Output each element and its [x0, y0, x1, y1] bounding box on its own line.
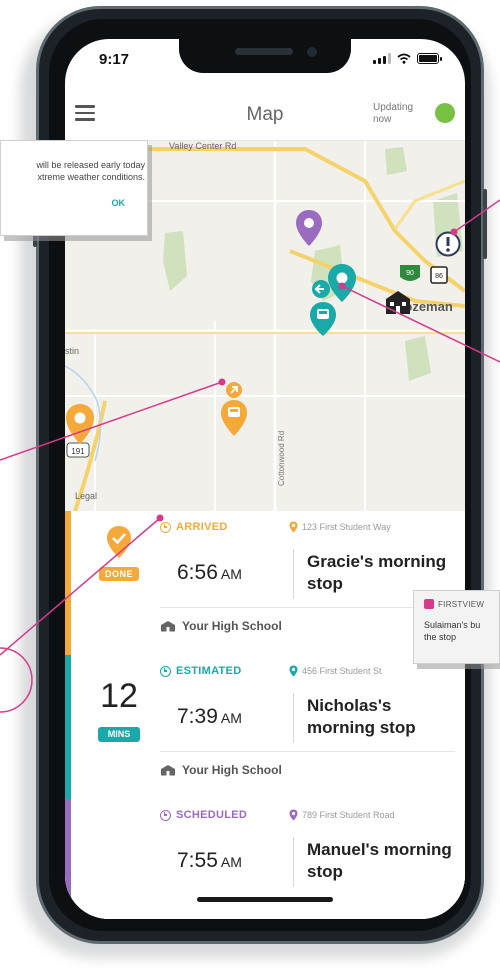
stop-card-arrived[interactable]: DONE ARRIVED 123 First Student Way 6:56 A… — [65, 511, 465, 657]
clock-icon — [160, 665, 171, 677]
route-shield-86: 86 — [430, 266, 448, 284]
updating-status: Updating now — [373, 102, 414, 125]
front-camera — [307, 47, 317, 57]
route-shield-90: 90 — [400, 265, 420, 281]
stop-address: 789 First Student Road — [289, 809, 395, 821]
stop-school: Your High School — [160, 763, 282, 777]
alert-message: will be released early today xtreme weat… — [36, 160, 145, 182]
stop-status-label: ARRIVED — [176, 521, 228, 533]
svg-text:191: 191 — [71, 447, 85, 456]
app-icon — [424, 599, 434, 609]
stop-divider — [293, 837, 294, 887]
alert-ok-button[interactable]: OK — [112, 198, 126, 208]
alert-marker-icon[interactable] — [435, 231, 461, 257]
eta-unit-badge: MINS — [98, 727, 140, 742]
stop-time: 7:55 AM — [177, 849, 242, 873]
map-place-label: stin — [65, 346, 80, 356]
notification-header: FIRSTVIEW — [424, 599, 484, 609]
stop-time: 6:56 AM — [177, 561, 242, 585]
notch — [179, 39, 351, 73]
map-road-label: Valley Center Rd — [169, 141, 237, 151]
address-pin-icon — [289, 809, 298, 821]
early-release-alert-callout: will be released early today xtreme weat… — [0, 140, 148, 236]
stop-name: Manuel's morning stop — [307, 840, 452, 881]
route-shield-191: 191 — [66, 442, 90, 458]
notification-app-name: FIRSTVIEW — [438, 599, 485, 609]
stop-name: Gracie's morning stop — [307, 552, 447, 593]
live-indicator-dot — [435, 103, 455, 123]
done-check-icon — [107, 526, 131, 558]
stop-school: Your High School — [160, 619, 282, 633]
battery-icon — [417, 53, 442, 64]
school-icon — [161, 621, 175, 632]
bus-stop-pin-icon[interactable] — [309, 301, 337, 337]
school-building-icon[interactable] — [383, 289, 413, 315]
stop-school-label: Your High School — [182, 619, 282, 633]
promo-stage: 9:17 Map Updating now 191 90 86 Valley C… — [0, 0, 500, 968]
address-pin-icon — [289, 521, 298, 533]
stop-time-value: 6:56 — [177, 561, 218, 584]
stop-status: SCHEDULED — [160, 809, 247, 821]
bus-heading-arrow-icon — [226, 382, 242, 398]
eta-value: 12 — [100, 677, 138, 715]
bus-location-pin-icon[interactable] — [327, 263, 357, 303]
stop-time-ampm: AM — [220, 566, 242, 582]
address-pin-icon — [289, 665, 298, 677]
map-vertical-road-label: Cottonwood Rd — [277, 430, 286, 486]
stop-address: 456 First Student St — [289, 665, 382, 677]
stop-accent-bar — [65, 799, 71, 919]
status-icons — [373, 53, 442, 64]
stop-card-estimated[interactable]: 12 MINS ESTIMATED 456 First Student St 7… — [65, 655, 465, 801]
stop-status: ESTIMATED — [160, 665, 241, 677]
map-legal-link[interactable]: Legal — [75, 491, 97, 501]
power-button — [483, 189, 487, 259]
svg-text:90: 90 — [406, 270, 414, 277]
stop-divider — [293, 693, 294, 743]
school-bus-pin-icon[interactable] — [220, 399, 248, 437]
stop-inner-rule — [160, 751, 455, 752]
completed-stop-pin-icon[interactable] — [65, 403, 95, 445]
stop-accent-bar — [65, 511, 71, 657]
signal-icon — [373, 53, 391, 64]
clock-icon — [160, 809, 171, 821]
stop-divider — [293, 549, 294, 599]
stop-school-label: Your High School — [182, 763, 282, 777]
direction-arrow-icon — [312, 280, 330, 298]
stop-address: 123 First Student Way — [289, 521, 391, 533]
stop-time-ampm: AM — [220, 710, 242, 726]
stop-inner-rule — [160, 607, 455, 608]
stop-accent-bar — [65, 655, 71, 801]
done-badge: DONE — [99, 567, 139, 581]
stop-status: ARRIVED — [160, 521, 228, 533]
stop-time: 7:39 AM — [177, 705, 242, 729]
stop-list: DONE ARRIVED 123 First Student Way 6:56 A… — [65, 511, 465, 919]
stop-time-value: 7:39 — [177, 705, 218, 728]
clock-icon — [160, 521, 171, 533]
stop-status-label: SCHEDULED — [176, 809, 248, 821]
push-notification-callout: FIRSTVIEW Sulaiman's bu the stop — [413, 590, 500, 664]
notification-message: Sulaiman's bu the stop — [424, 620, 481, 642]
svg-text:86: 86 — [435, 273, 443, 280]
stop-time-ampm: AM — [220, 854, 242, 870]
stop-status-label: ESTIMATED — [176, 665, 242, 677]
stop-name: Nicholas's morning stop — [307, 696, 416, 737]
wifi-icon — [397, 53, 411, 64]
stop-address-label: 789 First Student Road — [302, 810, 395, 820]
stop-time-value: 7:55 — [177, 849, 218, 872]
speaker — [235, 48, 293, 55]
stop-address-label: 456 First Student St — [302, 666, 382, 676]
school-icon — [161, 765, 175, 776]
app-header: Map Updating now — [65, 87, 465, 141]
status-time: 9:17 — [99, 51, 130, 68]
stop-address-label: 123 First Student Way — [302, 522, 391, 532]
scheduled-stop-pin-icon[interactable] — [295, 209, 323, 247]
home-indicator[interactable] — [197, 897, 333, 902]
